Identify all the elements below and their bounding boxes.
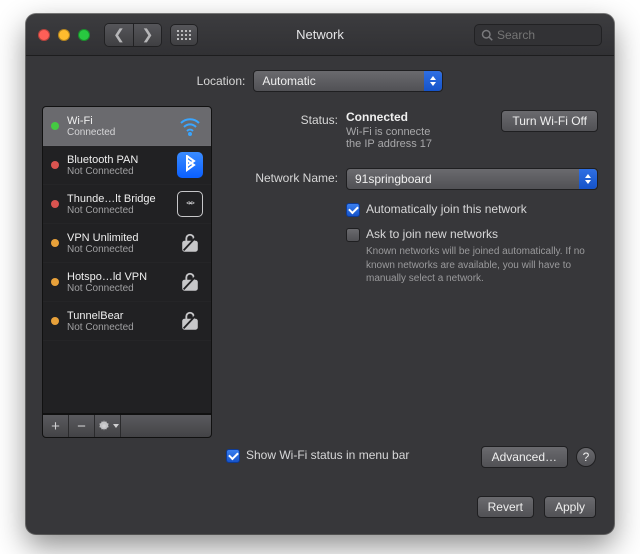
service-actions-button[interactable] [95,415,121,437]
status-row: Status: Connected Wi-Fi is connecte the … [226,110,598,150]
status-dot [51,200,59,208]
status-dot [51,239,59,247]
status-dot [51,122,59,130]
gear-icon [97,419,111,433]
network-name-select[interactable]: 91springboard [346,168,598,190]
status-dot [51,161,59,169]
service-item-bluetooth-pan[interactable]: Bluetooth PANNot Connected [43,146,211,185]
service-substatus: Connected [67,127,169,138]
service-name: Hotspo…ld VPN [67,271,169,283]
status-value: Connected [346,110,501,124]
location-label: Location: [197,74,246,88]
status-dot [51,278,59,286]
revert-button[interactable]: Revert [477,496,534,518]
lock-icon [177,308,203,334]
help-button[interactable]: ? [576,447,596,467]
back-button[interactable]: ❮ [105,24,133,46]
apply-button[interactable]: Apply [544,496,596,518]
checkbox-icon [226,449,240,463]
service-item-hotspo-ld-vpn[interactable]: Hotspo…ld VPNNot Connected [43,263,211,302]
services-sidebar: Wi-FiConnectedBluetooth PANNot Connected… [42,106,212,438]
auto-join-checkbox[interactable]: Automatically join this network [346,202,598,217]
service-item-thunde-lt-bridge[interactable]: Thunde…lt BridgeNot Connected <••> [43,185,211,224]
show-menu-bar-checkbox[interactable]: Show Wi-Fi status in menu bar [226,448,481,463]
turn-wifi-off-button[interactable]: Turn Wi-Fi Off [501,110,598,132]
service-name: Bluetooth PAN [67,154,169,166]
location-row: Location: Automatic [26,70,614,92]
service-item-tunnelbear[interactable]: TunnelBearNot Connected [43,302,211,341]
traffic-lights [38,29,90,41]
remove-service-button[interactable]: − [69,415,95,437]
lock-icon [177,269,203,295]
titlebar: ❮ ❯ Network [26,14,614,56]
checkbox-icon [346,228,360,242]
main-panel: Status: Connected Wi-Fi is connecte the … [226,106,598,438]
service-name: VPN Unlimited [67,232,169,244]
status-dot [51,317,59,325]
service-name: TunnelBear [67,310,169,322]
services-toolbar: + − [42,414,212,438]
bottom-bar: Show Wi-Fi status in menu bar Advanced… … [226,446,596,468]
nav-segment: ❮ ❯ [104,23,162,47]
advanced-button[interactable]: Advanced… [481,446,568,468]
lock-icon [177,230,203,256]
service-substatus: Not Connected [67,244,169,255]
network-name-row: Network Name: 91springboard Automaticall… [226,168,598,290]
checkbox-icon [346,203,360,217]
network-name-label: Network Name: [226,168,346,290]
tb-icon: <••> [177,191,203,217]
auto-join-label: Automatically join this network [366,202,527,216]
close-button[interactable] [38,29,50,41]
ask-join-label: Ask to join new networks [366,227,498,241]
show-all-button[interactable] [170,24,198,46]
add-service-button[interactable]: + [43,415,69,437]
show-menu-bar-label: Show Wi-Fi status in menu bar [246,448,409,462]
service-item-wi-fi[interactable]: Wi-FiConnected [43,107,211,146]
search-field[interactable] [474,24,602,46]
service-substatus: Not Connected [67,205,169,216]
network-name-value: 91springboard [355,172,432,186]
service-item-vpn-unlimited[interactable]: VPN UnlimitedNot Connected [43,224,211,263]
ask-join-hint: Known networks will be joined automatica… [366,245,596,286]
search-input[interactable] [497,28,587,42]
footer: Revert Apply [477,496,596,518]
service-substatus: Not Connected [67,283,169,294]
service-substatus: Not Connected [67,166,169,177]
minimize-button[interactable] [58,29,70,41]
service-name: Thunde…lt Bridge [67,193,169,205]
zoom-button[interactable] [78,29,90,41]
ask-join-checkbox[interactable]: Ask to join new networks Known networks … [346,227,598,286]
service-name: Wi-Fi [67,115,169,127]
wifi-icon [177,113,203,139]
status-subtext: Wi-Fi is connecte the IP address 17 [346,126,501,150]
status-label: Status: [226,110,346,150]
location-value: Automatic [262,74,315,88]
service-substatus: Not Connected [67,322,169,333]
bt-icon [177,152,203,178]
services-list: Wi-FiConnectedBluetooth PANNot Connected… [42,106,212,414]
forward-button[interactable]: ❯ [133,24,161,46]
grid-icon [177,30,191,40]
search-icon [481,29,493,41]
network-preferences-window: ❮ ❯ Network Location: Automatic Wi-FiCon… [26,14,614,534]
body: Wi-FiConnectedBluetooth PANNot Connected… [26,92,614,438]
location-select[interactable]: Automatic [253,70,443,92]
